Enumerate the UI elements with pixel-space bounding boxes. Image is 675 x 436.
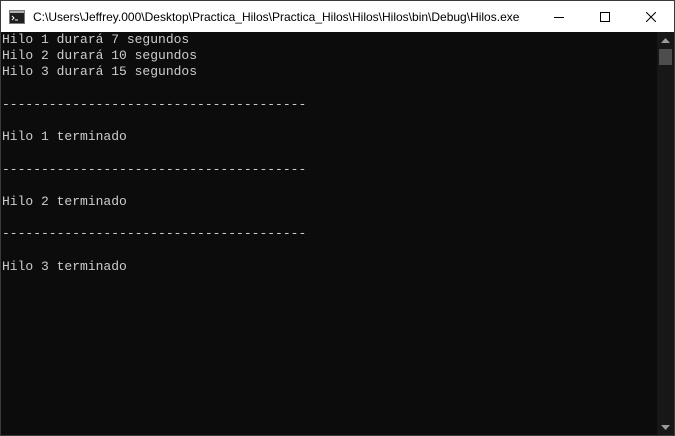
minimize-button[interactable] (536, 1, 582, 32)
scroll-down-arrow-icon (661, 424, 670, 430)
console-line: Hilo 2 terminado (2, 193, 127, 209)
close-button[interactable] (628, 1, 674, 32)
console-separator: --------------------------------------- (2, 161, 307, 177)
close-icon (646, 11, 656, 22)
console-line: Hilo 2 durará 10 segundos (2, 48, 198, 64)
scroll-up-button[interactable] (657, 32, 674, 49)
scroll-down-button[interactable] (657, 419, 674, 435)
console-line: Hilo 3 terminado (2, 258, 127, 274)
window-title: C:\Users\Jeffrey.000\Desktop\Practica_Hi… (33, 9, 520, 24)
vertical-scrollbar[interactable] (657, 32, 674, 435)
scroll-up-arrow-icon (661, 37, 670, 43)
maximize-button[interactable] (582, 1, 628, 32)
title-bar[interactable]: C:\Users\Jeffrey.000\Desktop\Practica_Hi… (1, 1, 674, 32)
console-line: Hilo 1 terminado (2, 129, 127, 145)
minimize-icon (554, 16, 564, 18)
console-separator: --------------------------------------- (2, 226, 307, 242)
window-controls (536, 1, 674, 32)
scrollbar-thumb[interactable] (659, 49, 672, 65)
console-separator: --------------------------------------- (2, 96, 307, 112)
console-app-icon (9, 9, 25, 24)
maximize-icon (600, 11, 610, 22)
console-window: C:\Users\Jeffrey.000\Desktop\Practica_Hi… (0, 0, 675, 436)
console-output[interactable]: Hilo 1 durará 7 segundos Hilo 2 durará 1… (1, 32, 657, 435)
console-line: Hilo 3 durará 15 segundos (2, 64, 198, 80)
console-line: Hilo 1 durará 7 segundos (2, 32, 190, 47)
